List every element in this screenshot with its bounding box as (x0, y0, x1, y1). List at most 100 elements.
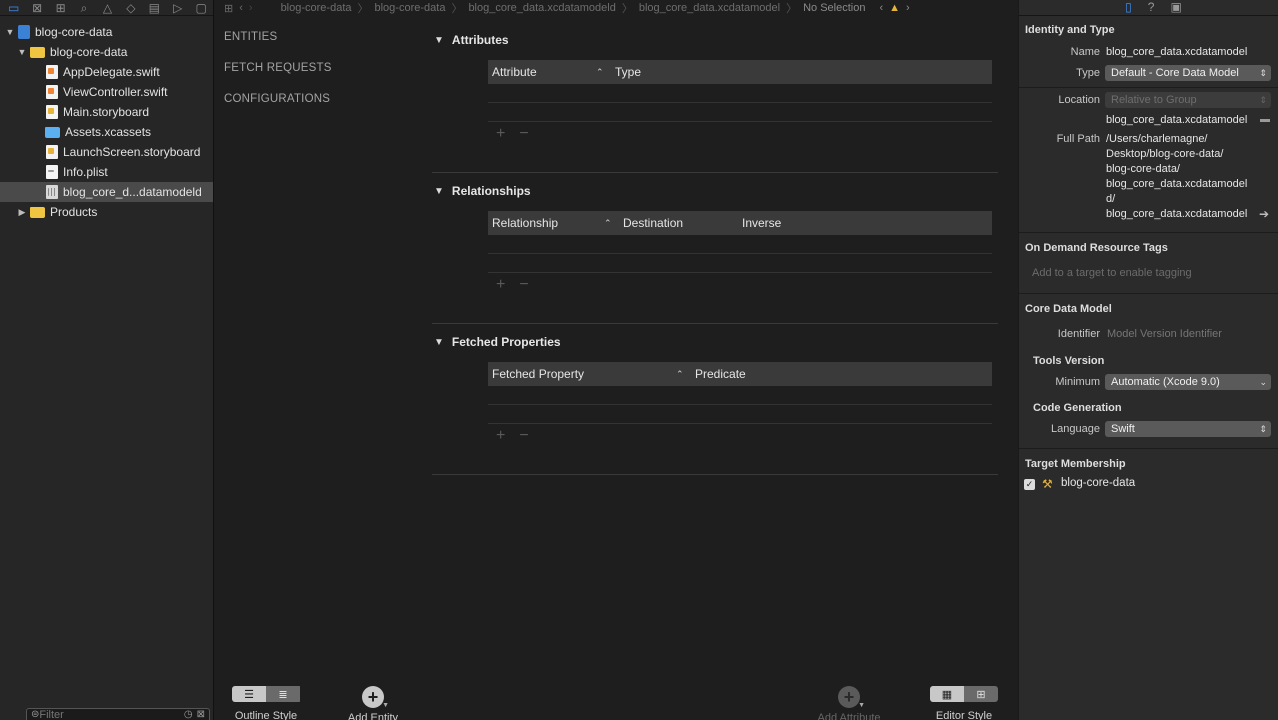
disclosure-collapsed-icon[interactable]: ▶ (16, 207, 28, 218)
add-icon[interactable]: + (496, 125, 505, 143)
jumpbar-item[interactable]: blog_core_data.xcdatamodel (639, 2, 780, 14)
table-header: Relationship ⌃ Destination Inverse (488, 211, 992, 235)
jumpbar-item[interactable]: blog_core_data.xcdatamodeld (468, 2, 615, 14)
column-header-type[interactable]: Type (615, 65, 641, 79)
jumpbar-item[interactable]: No Selection (803, 2, 865, 14)
sort-ascending-icon: ⌃ (596, 67, 604, 77)
add-attribute-label: Add Attribute (817, 712, 881, 720)
add-entity-label: Add Entity (347, 712, 399, 720)
chevron-right-icon: 〉 (621, 3, 633, 15)
attributes-header[interactable]: ▼ Attributes (430, 30, 1000, 50)
test-icon[interactable]: ◇ (119, 0, 142, 15)
chevron-right-icon: 〉 (786, 3, 798, 15)
graph-style-icon[interactable]: ⊞ (964, 686, 998, 702)
add-entity-control: + ▼ Add Entity (340, 686, 406, 720)
column-header-predicate[interactable]: Predicate (695, 367, 746, 381)
chevron-right-icon: 〉 (357, 3, 369, 15)
column-header-relationship[interactable]: Relationship (492, 216, 558, 230)
debug-icon[interactable]: ▤ (143, 0, 166, 15)
file-inspector: ▯ ? ▣ Identity and Type Name blog_core_d… (1018, 0, 1278, 720)
chevron-down-icon: ▼ (382, 702, 389, 709)
next-issue-icon[interactable]: › (906, 2, 910, 14)
tree-row-products[interactable]: ▶ Products (0, 202, 213, 222)
table-row (488, 405, 992, 424)
odr-placeholder[interactable]: Add to a target to enable tagging (1032, 267, 1192, 279)
remove-icon[interactable]: − (519, 276, 528, 294)
swift-file-icon (46, 85, 58, 99)
previous-issue-icon[interactable]: ‹ (879, 2, 883, 14)
disclosure-expanded-icon[interactable]: ▼ (434, 186, 444, 197)
relationships-header[interactable]: ▼ Relationships (430, 181, 1000, 201)
minimum-select[interactable]: Automatic (Xcode 9.0) ⌄ (1105, 374, 1271, 390)
name-value[interactable]: blog_core_data.xcdatamodel (1106, 46, 1247, 58)
table-row (488, 235, 992, 254)
language-select[interactable]: Swift ⇕ (1105, 421, 1271, 437)
symbol-icon[interactable]: ⊞ (49, 0, 72, 15)
tree-row-project[interactable]: ▼ blog-core-data (0, 22, 213, 42)
chevron-updown-icon: ⇕ (1259, 424, 1267, 434)
report-icon[interactable]: ▢ (190, 0, 213, 15)
file-inspector-icon[interactable]: ▯ (1125, 0, 1132, 15)
configurations-heading[interactable]: CONFIGURATIONS (224, 93, 330, 105)
location-select[interactable]: Relative to Group ⇕ (1105, 92, 1271, 108)
jumpbar-item[interactable]: blog-core-data (375, 2, 446, 14)
tree-row-main-storyboard[interactable]: Main.storyboard (0, 102, 213, 122)
warning-icon[interactable]: ▲ (889, 2, 900, 14)
reveal-in-finder-icon[interactable]: ➔ (1259, 207, 1269, 221)
column-header-attribute[interactable]: Attribute (492, 65, 537, 79)
code-generation-heading: Code Generation (1033, 402, 1122, 414)
disclosure-expanded-icon[interactable]: ▼ (434, 337, 444, 348)
find-icon[interactable]: ⌕ (72, 0, 95, 15)
add-entity-button[interactable]: + ▼ (362, 686, 389, 709)
tree-row-datamodel[interactable]: blog_core_d...datamodeld (0, 182, 213, 202)
location-file: blog_core_data.xcdatamodel (1106, 114, 1248, 126)
column-header-fetched-property[interactable]: Fetched Property (492, 367, 584, 381)
tree-row-info-plist[interactable]: Info.plist (0, 162, 213, 182)
tree-row-group[interactable]: ▼ blog-core-data (0, 42, 213, 62)
table-grid-icon[interactable]: ▦ (930, 686, 964, 702)
folder-icon[interactable]: ▬ (1260, 114, 1270, 125)
add-attribute-button[interactable]: + ▼ (838, 686, 865, 709)
add-icon[interactable]: + (496, 276, 505, 294)
storyboard-file-icon (46, 145, 58, 159)
tree-row-launchscreen[interactable]: LaunchScreen.storyboard (0, 142, 213, 162)
divider (432, 474, 998, 475)
column-header-inverse[interactable]: Inverse (742, 216, 781, 230)
project-icon (18, 25, 30, 39)
fetched-properties-header[interactable]: ▼ Fetched Properties (430, 332, 1000, 352)
disclosure-expanded-icon[interactable]: ▼ (4, 27, 16, 37)
add-icon[interactable]: + (496, 427, 505, 445)
table-row (488, 103, 992, 122)
filter-input[interactable] (39, 709, 150, 720)
related-items-icon[interactable]: ⊞ (224, 2, 233, 15)
disclosure-expanded-icon[interactable]: ▼ (434, 35, 444, 46)
recent-files-icon[interactable]: ◷ (184, 709, 193, 720)
fetch-requests-heading[interactable]: FETCH REQUESTS (224, 62, 332, 74)
back-icon[interactable]: ‹ (239, 2, 243, 14)
breakpoint-icon[interactable]: ▷ (166, 0, 189, 15)
source-control-icon[interactable]: ⊠ (25, 0, 48, 15)
entities-heading[interactable]: ENTITIES (224, 31, 277, 43)
issue-icon[interactable]: △ (96, 0, 119, 15)
disclosure-expanded-icon[interactable]: ▼ (16, 47, 28, 57)
outline-list-icon[interactable]: ≣ (266, 686, 300, 702)
tree-row-appdelegate[interactable]: AppDelegate.swift (0, 62, 213, 82)
remove-icon[interactable]: − (519, 125, 528, 143)
table-style-icon[interactable]: ☰ (232, 686, 266, 702)
project-tree: ▼ blog-core-data ▼ blog-core-data AppDel… (0, 22, 213, 222)
jumpbar-item[interactable]: blog-core-data (281, 2, 352, 14)
remove-icon[interactable]: − (519, 427, 528, 445)
filter-icon[interactable]: ⊜ (31, 709, 39, 720)
data-model-inspector-icon[interactable]: ▣ (1170, 0, 1181, 15)
folder-icon[interactable]: ▭ (2, 0, 25, 15)
target-checkbox[interactable]: ✓ (1024, 479, 1035, 490)
column-header-destination[interactable]: Destination (623, 216, 683, 230)
divider (432, 323, 998, 324)
tree-row-assets[interactable]: Assets.xcassets (0, 122, 213, 142)
scm-filter-icon[interactable]: ⊠ (197, 709, 205, 720)
type-select[interactable]: Default - Core Data Model ⇕ (1105, 65, 1271, 81)
quick-help-icon[interactable]: ? (1148, 0, 1155, 15)
forward-icon[interactable]: › (249, 2, 253, 14)
tree-row-viewcontroller[interactable]: ViewController.swift (0, 82, 213, 102)
identifier-input[interactable] (1105, 325, 1271, 343)
